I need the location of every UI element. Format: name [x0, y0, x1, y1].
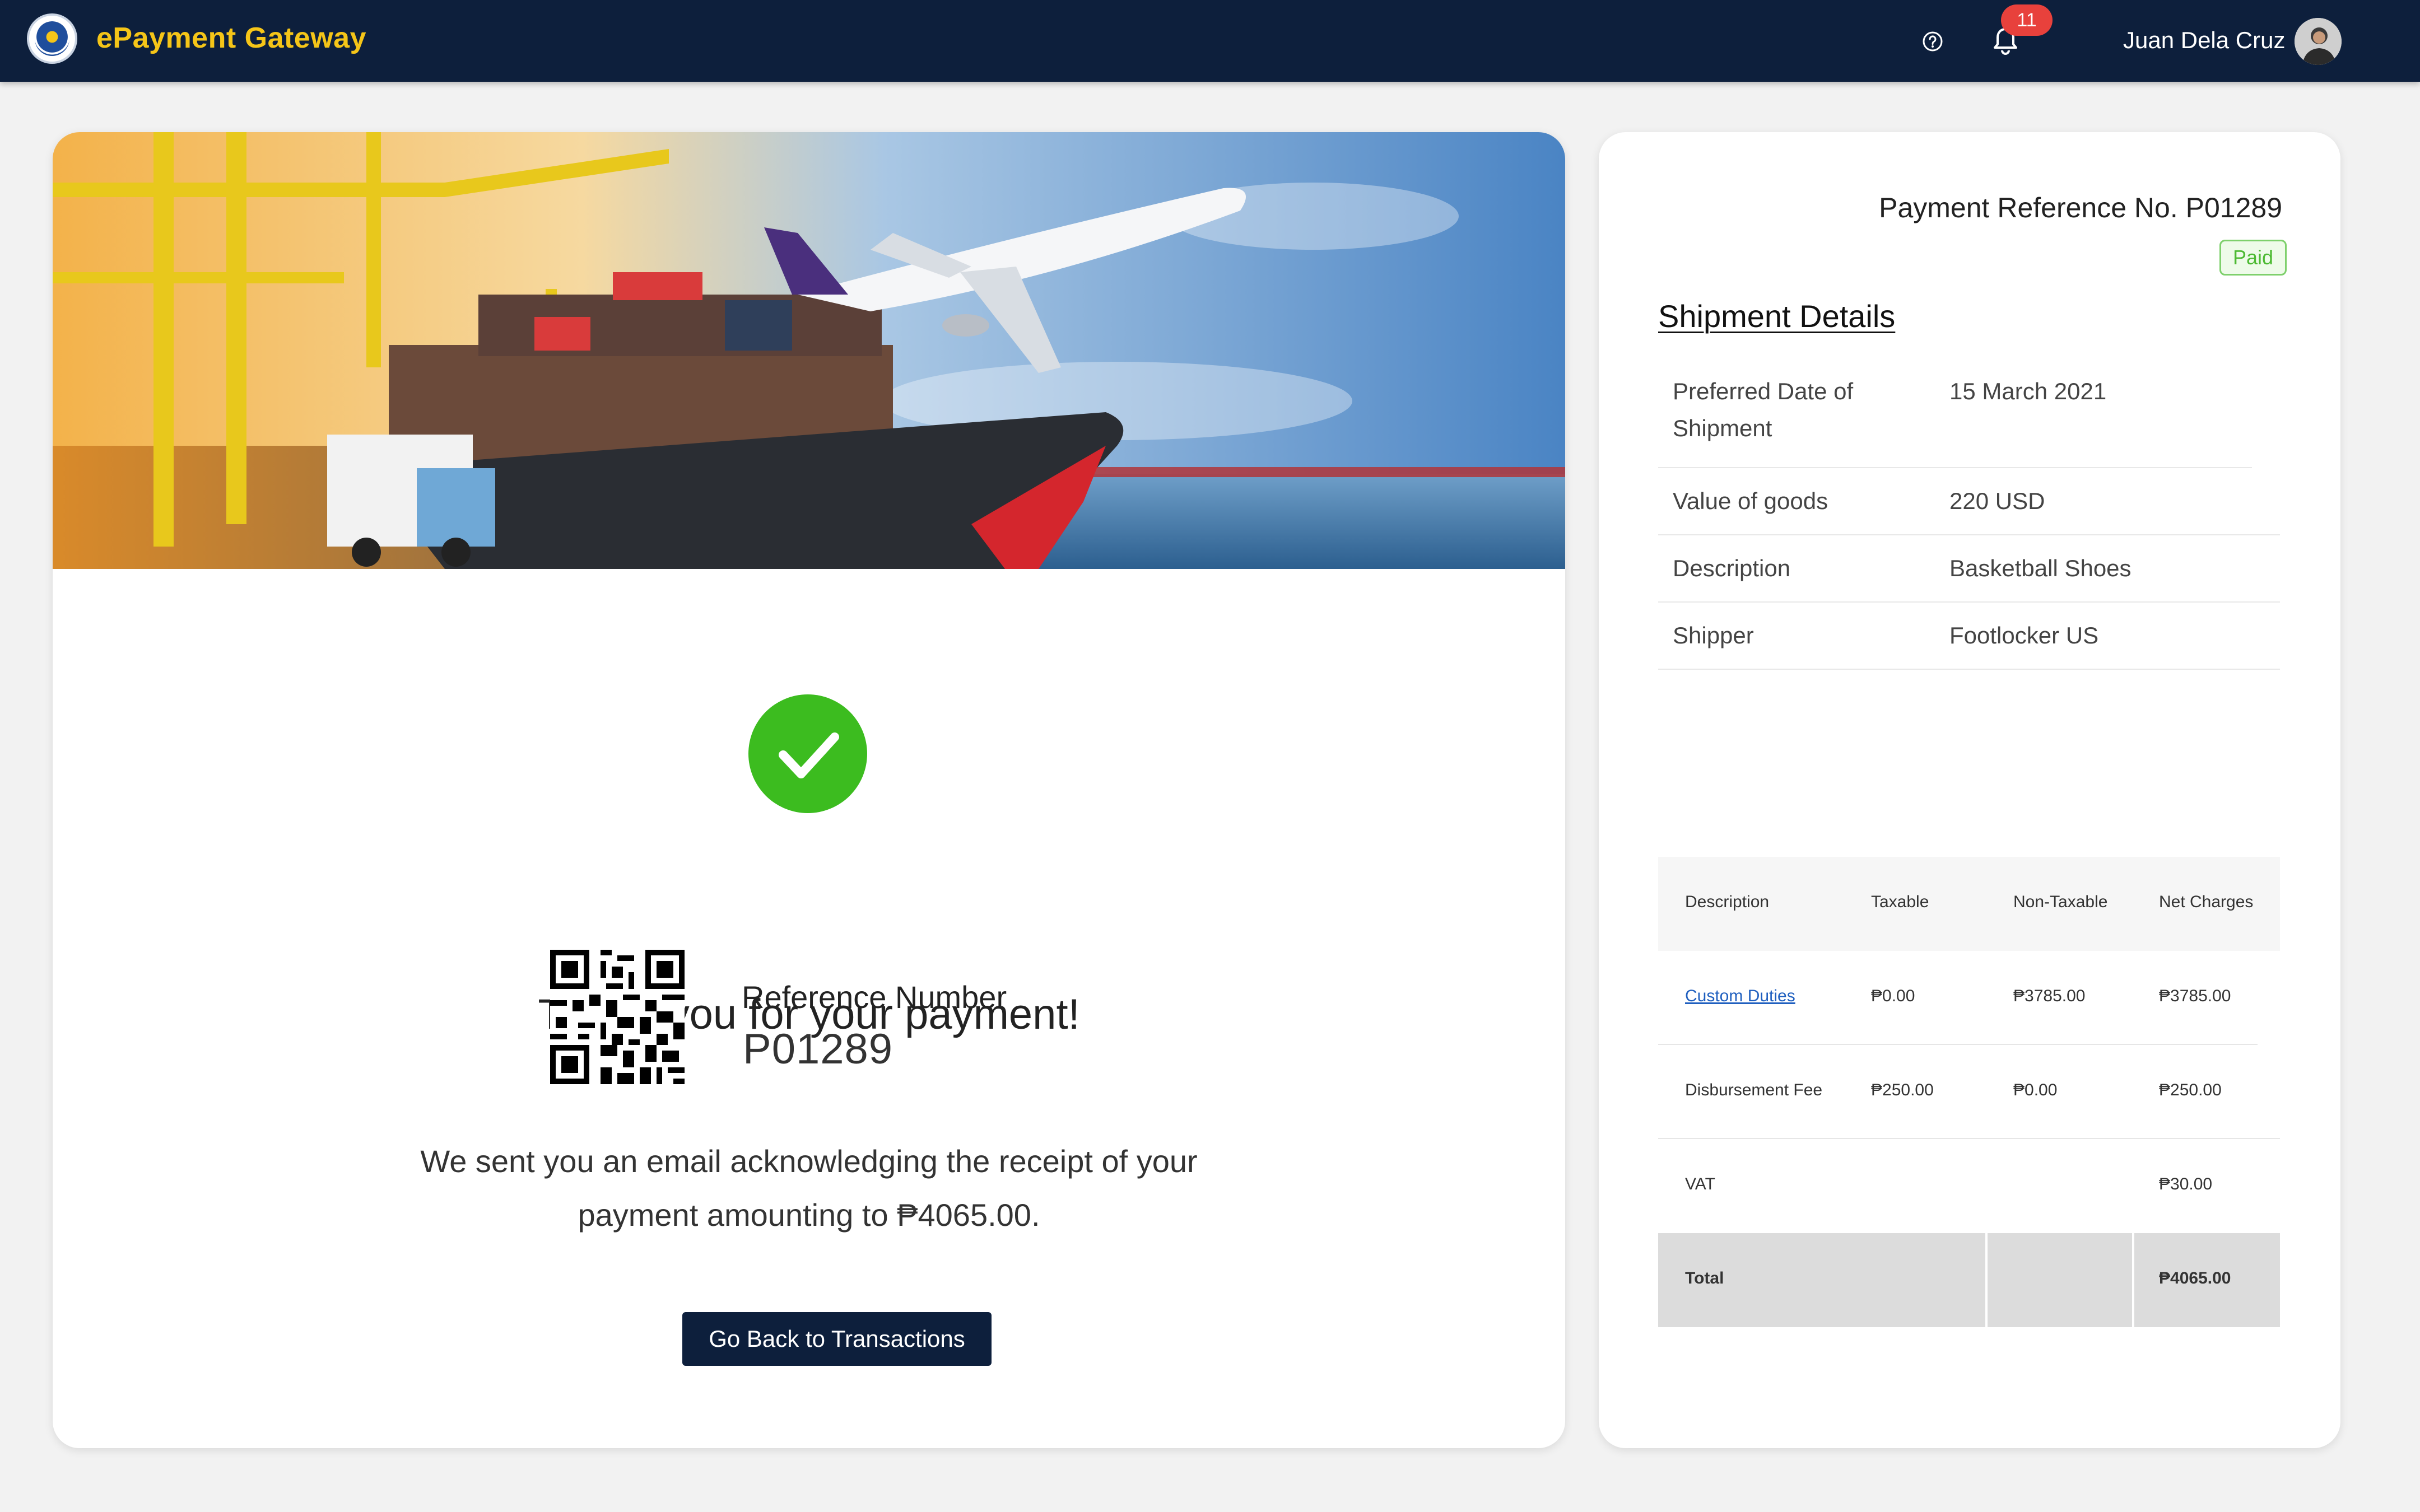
column-header-description: Description [1685, 893, 1770, 911]
shipment-value: Footlocker US [1949, 622, 2099, 648]
taxable-cell: ₱250.00 [1871, 1081, 1934, 1099]
table-row: Custom Duties ₱0.00 ₱3785.00 ₱3785.00 [1658, 951, 2258, 1045]
success-check-icon [748, 694, 867, 813]
shipment-details-heading: Shipment Details [1658, 298, 1896, 334]
email-confirmation-message: We sent you an email acknowledging the r… [277, 1135, 1341, 1242]
email-message-line: payment amounting to ₱4065.00. [578, 1197, 1040, 1233]
shipment-row: Preferred Date of Shipment 15 March 2021 [1658, 373, 2252, 468]
help-icon[interactable] [1921, 30, 1944, 53]
payment-summary-card: Payment Reference No. P01289 Paid Shipme… [1599, 132, 2340, 1448]
top-navigation-bar: ePayment Gateway 11 Juan Dela Cruz [0, 0, 2420, 82]
table-row: VAT ₱30.00 [1658, 1139, 2280, 1233]
shipment-value: 220 USD [1949, 488, 2045, 514]
shipment-value: Basketball Shoes [1949, 555, 2132, 581]
notification-badge: 11 [2001, 4, 2053, 36]
description-cell: Disbursement Fee [1685, 1081, 1823, 1099]
email-message-line: We sent you an email acknowledging the r… [420, 1144, 1198, 1179]
logistics-hero-image [53, 132, 1565, 569]
user-avatar-icon[interactable] [2295, 18, 2342, 65]
column-header-non-taxable: Non-Taxable [2013, 893, 2108, 911]
seal-logo-icon[interactable] [27, 13, 77, 64]
column-header-taxable: Taxable [1871, 893, 1929, 911]
net-charges-cell: ₱250.00 [2159, 1081, 2222, 1099]
shipment-row: Value of goods 220 USD [1658, 468, 2280, 535]
shipment-value: 15 March 2021 [1949, 378, 2107, 404]
total-label: Total [1685, 1269, 1724, 1287]
total-row: Total ₱4065.00 [1658, 1233, 2280, 1327]
net-charges-cell: ₱3785.00 [2159, 987, 2231, 1005]
payment-success-card: Thank you for your payment! Reference Nu… [53, 132, 1565, 1448]
total-value: ₱4065.00 [2159, 1269, 2231, 1287]
non-taxable-cell: ₱3785.00 [2013, 987, 2086, 1005]
shipment-row: Shipper Footlocker US [1658, 603, 2280, 670]
table-row: Disbursement Fee ₱250.00 ₱0.00 ₱250.00 [1658, 1045, 2280, 1139]
description-cell: VAT [1685, 1175, 1715, 1193]
shipment-label: Value of goods [1673, 488, 1828, 514]
status-badge: Paid [2219, 240, 2287, 276]
reference-number-value: P01289 [743, 1025, 893, 1073]
reference-number-label: Reference Number [742, 979, 1007, 1015]
shipment-label: Shipper [1673, 622, 1754, 648]
charges-table-header: Description Taxable Non-Taxable Net Char… [1658, 857, 2280, 951]
shipment-row: Description Basketball Shoes [1658, 535, 2280, 603]
custom-duties-link[interactable]: Custom Duties [1685, 987, 1795, 1006]
app-title[interactable]: ePayment Gateway [96, 21, 366, 55]
go-back-to-transactions-button[interactable]: Go Back to Transactions [682, 1312, 992, 1366]
qr-code-icon [550, 950, 685, 1084]
net-charges-cell: ₱30.00 [2159, 1175, 2213, 1193]
shipment-label: Description [1673, 555, 1791, 581]
payment-reference-title: Payment Reference No. P01289 [1879, 192, 2282, 223]
taxable-cell: ₱0.00 [1871, 987, 1915, 1005]
non-taxable-cell: ₱0.00 [2013, 1081, 2058, 1099]
shipment-label: Preferred Date of Shipment [1673, 378, 1854, 441]
user-name[interactable]: Juan Dela Cruz [2123, 27, 2285, 54]
check-icon [779, 732, 839, 778]
column-header-net-charges: Net Charges [2159, 893, 2254, 911]
